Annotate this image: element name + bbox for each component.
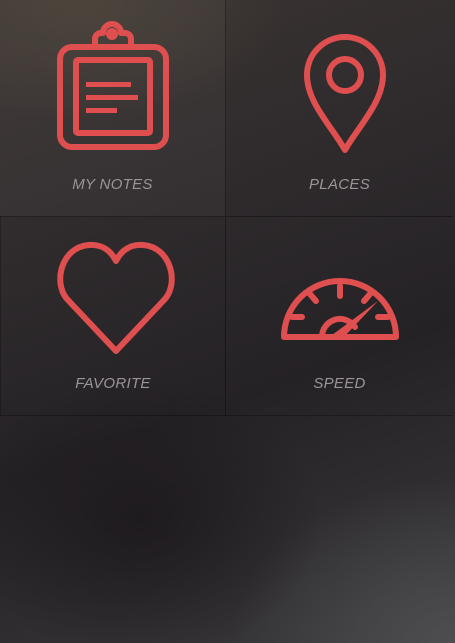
menu-label-places: PLACES [309,176,370,193]
menu-tile-favorite[interactable]: FAVORITE [0,217,226,416]
menu-label-speed: SPEED [313,375,366,392]
menu-tile-my-notes[interactable]: MY NOTES [0,0,226,217]
menu-label-favorite: FAVORITE [75,375,151,392]
map-pin-icon [303,33,387,155]
clipboard-icon [57,21,169,151]
heart-icon [57,241,175,357]
menu-label-my-notes: MY NOTES [72,176,153,193]
menu-grid: MY NOTES PLACES FAVORITE SPEED [0,0,453,416]
speedometer-icon [280,259,400,341]
menu-tile-speed[interactable]: SPEED [226,217,453,416]
menu-tile-places[interactable]: PLACES [226,0,453,217]
